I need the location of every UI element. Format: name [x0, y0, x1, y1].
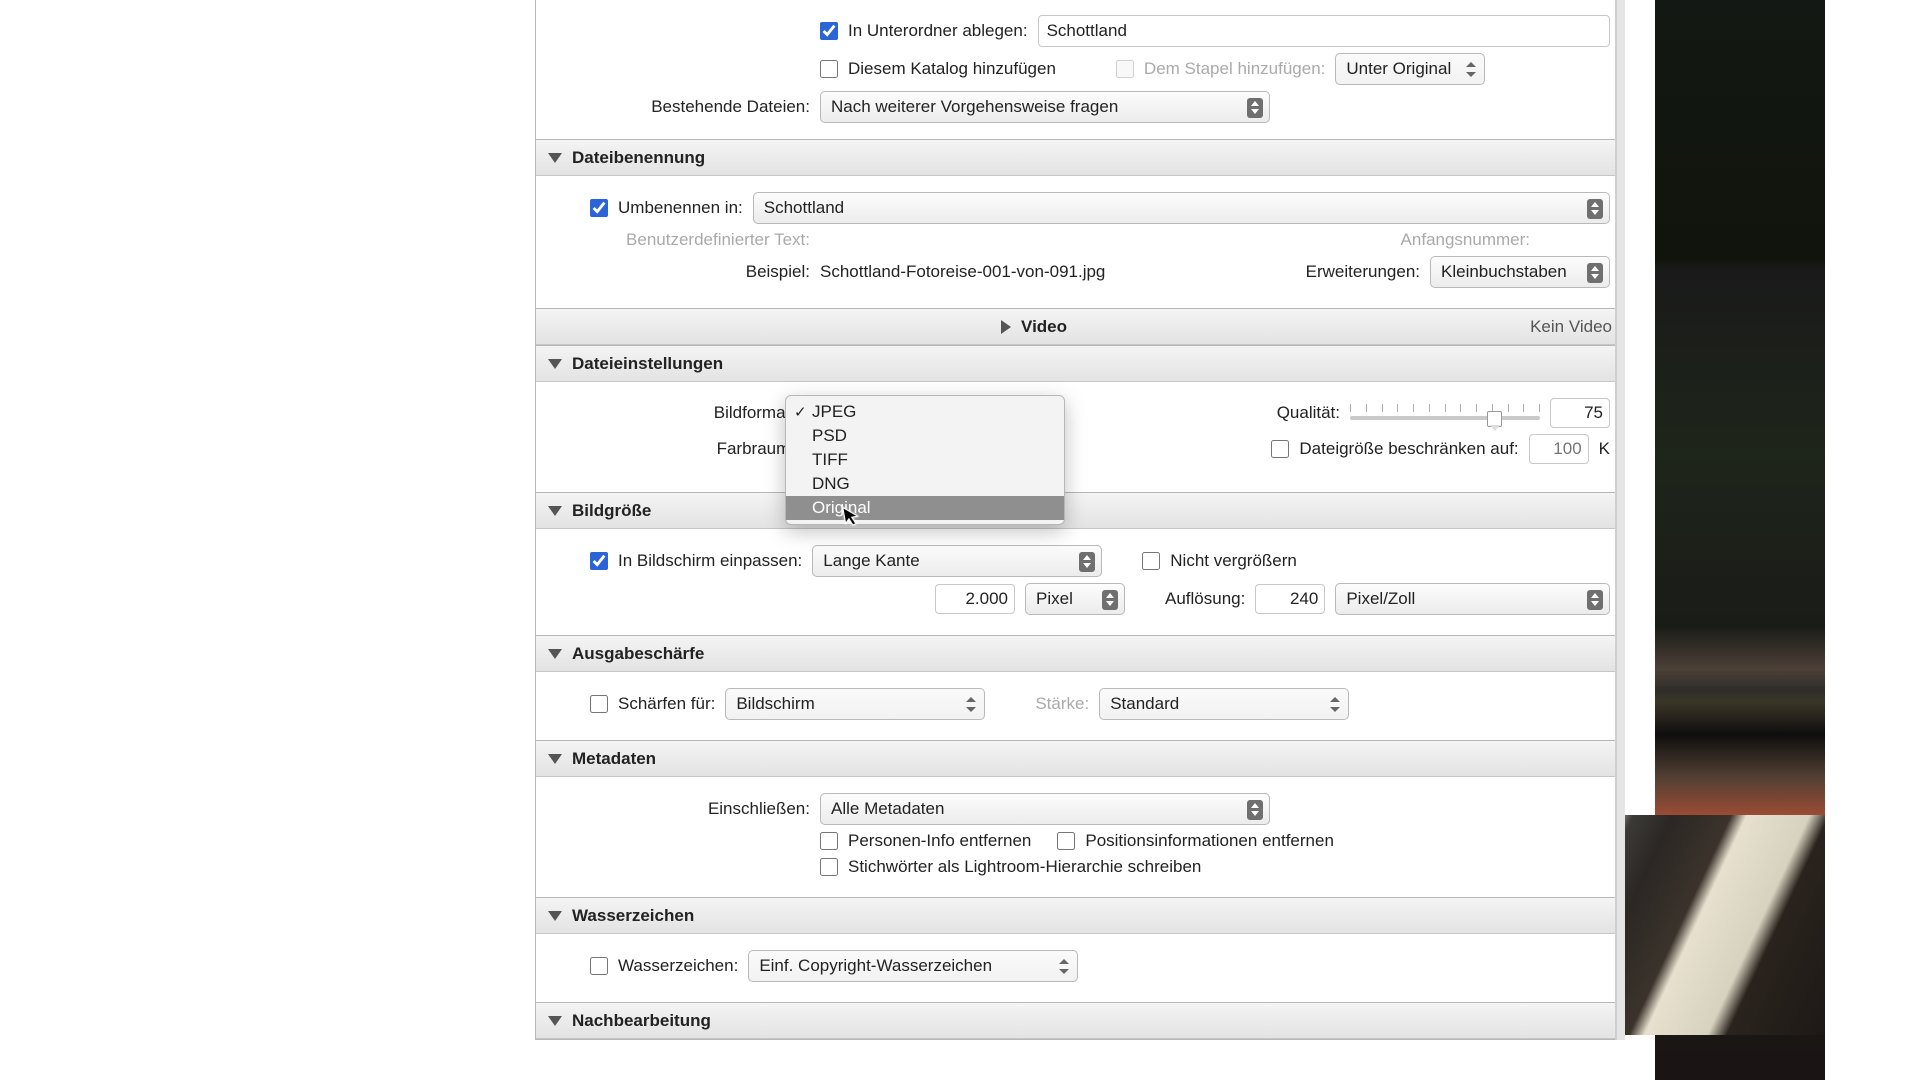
- sharpen-amount-select: Standard: [1099, 688, 1349, 720]
- section-header-sizing[interactable]: Bildgröße: [536, 493, 1624, 529]
- quality-input[interactable]: [1550, 398, 1610, 428]
- section-metadata: Metadaten Einschließen: Alle Metadaten P…: [535, 740, 1625, 898]
- remove-location-checkbox[interactable]: [1057, 832, 1075, 850]
- limit-unit: K: [1599, 439, 1610, 459]
- watermark-label: Wasserzeichen:: [618, 956, 738, 976]
- no-enlarge-label: Nicht vergrößern: [1170, 551, 1297, 571]
- remove-people-label: Personen-Info entfernen: [848, 831, 1031, 851]
- section-watermark: Wasserzeichen Wasserzeichen: Einf. Copyr…: [535, 897, 1625, 1003]
- example-value: Schottland-Fotoreise-001-von-091.jpg: [820, 262, 1105, 282]
- limit-filesize-checkbox[interactable]: [1271, 440, 1289, 458]
- section-header-sharpen[interactable]: Ausgabeschärfe: [536, 636, 1624, 672]
- resolution-input[interactable]: [1255, 584, 1325, 614]
- chevron-down-icon: [548, 506, 562, 516]
- remove-people-checkbox[interactable]: [820, 832, 838, 850]
- format-option-tiff[interactable]: TIFF: [786, 448, 1064, 472]
- section-header-video[interactable]: Video Kein Video: [536, 309, 1624, 345]
- dialog-right-edge: [1617, 0, 1625, 1040]
- section-header-metadata[interactable]: Metadaten: [536, 741, 1624, 777]
- sharpen-amount-label: Stärke:: [1035, 694, 1089, 714]
- dimension-input[interactable]: [935, 584, 1015, 614]
- section-header-naming[interactable]: Dateibenennung: [536, 140, 1624, 176]
- format-option-dng[interactable]: DNG: [786, 472, 1064, 496]
- resize-label: In Bildschirm einpassen:: [618, 551, 802, 571]
- subfolder-checkbox[interactable]: [820, 22, 838, 40]
- chevron-down-icon: [548, 359, 562, 369]
- add-catalog-label: Diesem Katalog hinzufügen: [848, 59, 1056, 79]
- format-option-psd[interactable]: PSD: [786, 424, 1064, 448]
- dialog-right-edge-inner: [1615, 0, 1617, 1040]
- limit-filesize-input: [1529, 434, 1589, 464]
- existing-files-select[interactable]: Nach weiterer Vorgehensweise fragen: [820, 91, 1270, 123]
- resize-mode-select[interactable]: Lange Kante: [812, 545, 1102, 577]
- no-enlarge-checkbox[interactable]: [1142, 552, 1160, 570]
- image-format-label: Bildformat:: [550, 403, 795, 423]
- dimension-unit-select[interactable]: Pixel: [1025, 583, 1125, 615]
- extensions-label: Erweiterungen:: [1306, 262, 1420, 282]
- section-file-settings: Dateieinstellungen Bildformat: Qualität:: [535, 345, 1625, 493]
- section-output-sharpening: Ausgabeschärfe Schärfen für: Bildschirm …: [535, 635, 1625, 741]
- resolution-unit-select[interactable]: Pixel/Zoll: [1335, 583, 1610, 615]
- add-stack-label: Dem Stapel hinzufügen:: [1144, 59, 1325, 79]
- chevron-down-icon: [548, 911, 562, 921]
- sharpen-for-select: Bildschirm: [725, 688, 985, 720]
- video-status: Kein Video: [1530, 317, 1612, 337]
- chevron-down-icon: [548, 754, 562, 764]
- watermark-select: Einf. Copyright-Wasserzeichen: [748, 950, 1078, 982]
- rename-template-select[interactable]: Schottland: [753, 192, 1610, 224]
- chevron-down-icon: [548, 153, 562, 163]
- image-format-dropdown[interactable]: JPEG PSD TIFF DNG Original: [785, 395, 1065, 525]
- example-label: Beispiel:: [550, 262, 810, 282]
- format-option-jpeg[interactable]: JPEG: [786, 400, 1064, 424]
- keywords-hierarchy-checkbox[interactable]: [820, 858, 838, 876]
- include-select[interactable]: Alle Metadaten: [820, 793, 1270, 825]
- keywords-hierarchy-label: Stichwörter als Lightroom-Hierarchie sch…: [848, 857, 1201, 877]
- section-post-processing: Nachbearbeitung: [535, 1002, 1625, 1040]
- add-stack-checkbox: [1116, 60, 1134, 78]
- subfolder-label: In Unterordner ablegen:: [848, 21, 1028, 41]
- format-option-original[interactable]: Original: [786, 496, 1064, 520]
- resize-checkbox[interactable]: [590, 552, 608, 570]
- add-catalog-checkbox[interactable]: [820, 60, 838, 78]
- remove-location-label: Positionsinformationen entfernen: [1085, 831, 1334, 851]
- chevron-down-icon: [548, 649, 562, 659]
- rename-checkbox[interactable]: [590, 199, 608, 217]
- section-file-naming: Dateibenennung Umbenennen in: Schottland…: [535, 139, 1625, 309]
- watermark-checkbox[interactable]: [590, 957, 608, 975]
- colorspace-label: Farbraum:: [550, 439, 795, 459]
- existing-files-label: Bestehende Dateien:: [550, 97, 810, 117]
- section-header-post[interactable]: Nachbearbeitung: [536, 1003, 1624, 1039]
- resolution-label: Auflösung:: [1165, 589, 1245, 609]
- limit-filesize-label: Dateigröße beschränken auf:: [1299, 439, 1518, 459]
- section-video: Video Kein Video: [535, 308, 1625, 346]
- section-header-watermark[interactable]: Wasserzeichen: [536, 898, 1624, 934]
- stack-position-select: Unter Original: [1335, 53, 1485, 85]
- rename-label: Umbenennen in:: [618, 198, 743, 218]
- quality-slider[interactable]: [1350, 400, 1540, 426]
- subfolder-input[interactable]: [1038, 15, 1610, 47]
- include-label: Einschließen:: [550, 799, 810, 819]
- section-image-sizing: Bildgröße In Bildschirm einpassen: Lange…: [535, 492, 1625, 636]
- custom-text-label: Benutzerdefinierter Text:: [550, 230, 810, 250]
- section-header-file-settings[interactable]: Dateieinstellungen: [536, 346, 1624, 382]
- start-number-label: Anfangsnummer:: [1401, 230, 1530, 250]
- chevron-down-icon: [548, 1016, 562, 1026]
- extensions-select[interactable]: Kleinbuchstaben: [1430, 256, 1610, 288]
- quality-label: Qualität:: [1277, 403, 1340, 423]
- sharpen-checkbox[interactable]: [590, 695, 608, 713]
- chevron-right-icon: [1001, 320, 1011, 334]
- export-dialog-panel: In Unterordner ablegen: Diesem Katalog h…: [535, 0, 1625, 1040]
- sharpen-for-label: Schärfen für:: [618, 694, 715, 714]
